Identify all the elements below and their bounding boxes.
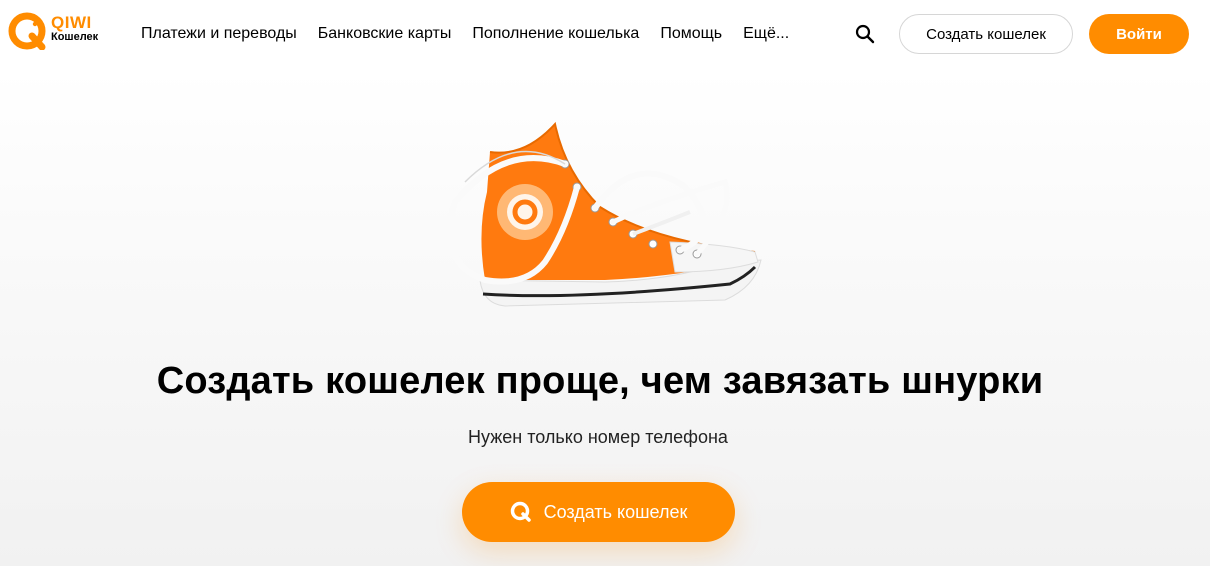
nav-item-help[interactable]: Помощь bbox=[660, 25, 722, 43]
qiwi-logo[interactable]: QIWI Кошелек bbox=[8, 12, 108, 60]
top-header: QIWI Кошелек Платежи и переводы Банковск… bbox=[0, 0, 1210, 68]
hero-title: Создать кошелек проще, чем завязать шнур… bbox=[156, 360, 1044, 402]
sneaker-illustration bbox=[425, 112, 775, 327]
login-button[interactable]: Войти bbox=[1089, 14, 1189, 54]
search-button[interactable] bbox=[853, 22, 877, 46]
logo-brand: QIWI bbox=[51, 13, 92, 32]
nav-item-bank-cards[interactable]: Банковские карты bbox=[318, 25, 452, 43]
hero-subtitle: Нужен только номер телефона bbox=[468, 427, 728, 447]
cta-label: Создать кошелек bbox=[543, 501, 688, 522]
logo-subtitle: Кошелек bbox=[51, 31, 99, 43]
create-wallet-header-button[interactable]: Создать кошелек bbox=[899, 14, 1073, 54]
create-wallet-cta-button[interactable]: Создать кошелек bbox=[462, 482, 735, 542]
nav-item-payments[interactable]: Платежи и переводы bbox=[141, 25, 297, 43]
qiwi-logo-icon bbox=[510, 501, 532, 523]
search-icon bbox=[855, 24, 875, 44]
nav-item-more[interactable]: Ещё... bbox=[743, 25, 789, 43]
qiwi-logo-icon bbox=[8, 12, 46, 50]
main-nav: Платежи и переводы Банковские карты Попо… bbox=[141, 0, 810, 68]
nav-item-top-up[interactable]: Пополнение кошелька bbox=[472, 25, 639, 43]
